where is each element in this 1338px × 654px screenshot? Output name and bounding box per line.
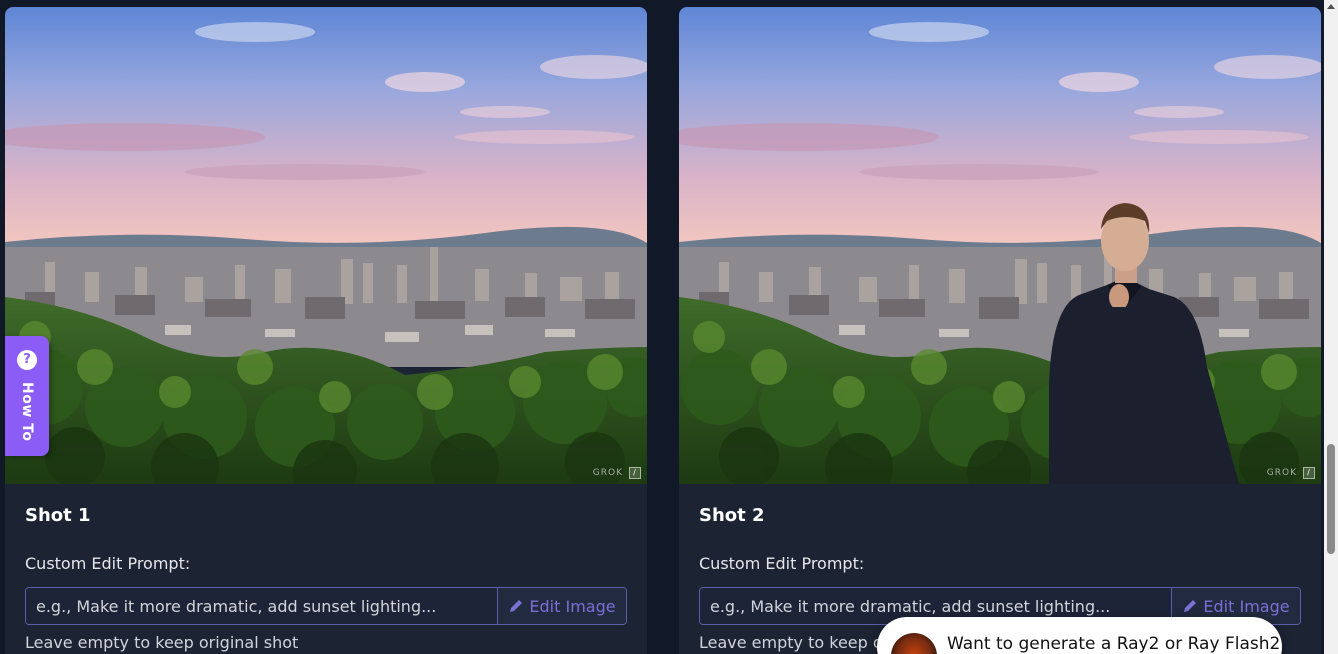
prompt-hint: Leave empty to keep original shot [25, 633, 299, 652]
scroll-up-arrow-icon[interactable] [1327, 4, 1335, 9]
how-to-label: How To [19, 382, 35, 442]
avatar [891, 633, 937, 654]
shot-1-landscape [5, 7, 647, 484]
shot-title: Shot 2 [699, 505, 765, 526]
chat-popup[interactable]: Want to generate a Ray2 or Ray Flash2 [877, 617, 1282, 654]
watermark: GROK / [1267, 467, 1315, 479]
prompt-label: Custom Edit Prompt: [25, 554, 191, 573]
shot-2-image[interactable]: GROK / [679, 7, 1321, 484]
how-to-tab[interactable]: ? How To [5, 336, 49, 456]
edit-image-label: Edit Image [529, 596, 616, 616]
prompt-label: Custom Edit Prompt: [699, 554, 865, 573]
prompt-hint: Leave empty to keep o [699, 633, 883, 652]
shot-title: Shot 1 [25, 505, 91, 526]
question-mark-icon: ? [17, 350, 37, 370]
edit-square-icon: / [1303, 467, 1315, 479]
watermark-text: GROK [592, 468, 623, 478]
shot-1-image[interactable]: GROK / [5, 7, 647, 484]
shot-card-2: GROK / Shot 2 Custom Edit Prompt: Edit I… [679, 7, 1321, 654]
edit-square-icon: / [629, 467, 641, 479]
pencil-icon [1184, 600, 1197, 612]
scrollbar-thumb[interactable] [1327, 444, 1335, 554]
scrollbar[interactable] [1324, 0, 1338, 654]
watermark: GROK / [593, 467, 641, 479]
pencil-icon [510, 600, 523, 612]
edit-image-button[interactable]: Edit Image [498, 588, 626, 624]
watermark-text: GROK [1266, 468, 1297, 478]
edit-image-label: Edit Image [1203, 596, 1290, 616]
edit-prompt-input[interactable] [26, 588, 498, 624]
prompt-row: Edit Image [25, 587, 627, 625]
chat-popup-text: Want to generate a Ray2 or Ray Flash2 [947, 634, 1281, 654]
shot-2-landscape [679, 7, 1321, 484]
shot-card-1: GROK / Shot 1 Custom Edit Prompt: Edit I… [5, 7, 647, 654]
